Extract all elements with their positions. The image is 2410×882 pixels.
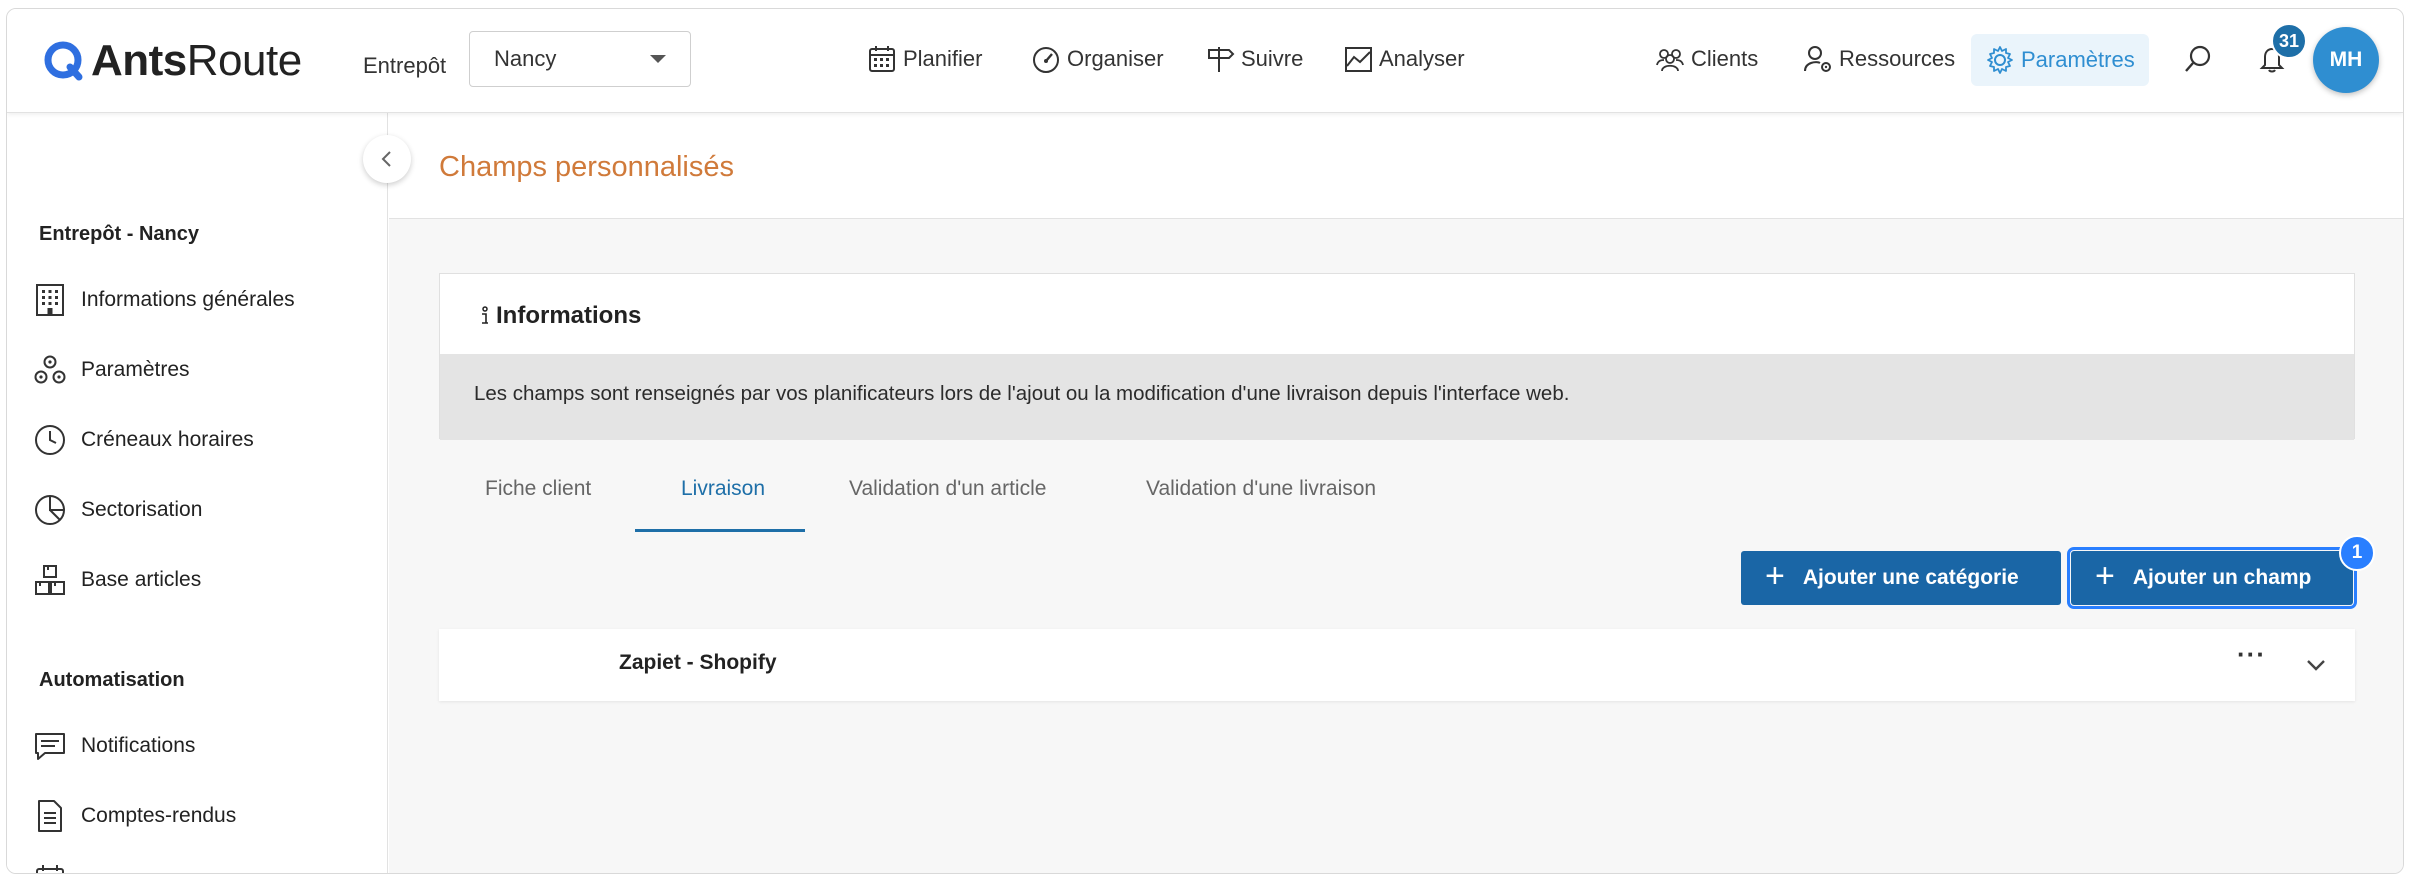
page-header: Champs personnalisés — [389, 113, 2403, 219]
search-button[interactable] — [2183, 39, 2213, 79]
boxes-icon — [35, 565, 65, 595]
info-icon — [482, 306, 488, 324]
add-category-label: Ajouter une catégorie — [1802, 566, 2019, 589]
info-card: Informations Les champs sont renseignés … — [439, 273, 2355, 440]
notification-count-badge: 31 — [2271, 23, 2307, 59]
sidebar-item-partial[interactable] — [33, 863, 67, 873]
logo-icon — [43, 41, 83, 81]
add-field-label: Ajouter un champ — [2132, 566, 2312, 589]
warehouse-value: Nancy — [494, 46, 557, 71]
nav-ressources-label: Ressources — [1839, 46, 1956, 71]
nav-analyser[interactable]: Analyser — [1343, 39, 1465, 79]
step-badge: 1 — [2339, 535, 2375, 571]
nav-planifier[interactable]: Planifier — [867, 39, 982, 79]
sidebar-item-base-articles[interactable]: Base articles — [33, 563, 201, 597]
nav-suivre-label: Suivre — [1241, 46, 1304, 71]
nav-organiser-label: Organiser — [1067, 46, 1164, 71]
gear-icon — [1987, 46, 2013, 74]
info-body: Les champs sont renseignés par vos plani… — [440, 354, 2354, 440]
more-options-icon[interactable]: ··· — [2237, 639, 2266, 670]
sidebar-item-label: Base articles — [81, 568, 202, 591]
search-icon — [2185, 45, 2211, 72]
sidebar-item-label: Notifications — [81, 734, 196, 757]
sidebar-section-automatisation: Automatisation — [39, 669, 185, 691]
nav-planifier-label: Planifier — [903, 46, 983, 71]
add-field-button[interactable]: + Ajouter un champ — [2067, 547, 2357, 609]
speedometer-icon — [1033, 47, 1059, 73]
category-name: Zapiet - Shopify — [619, 651, 777, 674]
sidebar: Entrepôt - Nancy Informations générales … — [7, 113, 388, 873]
antsroute-logo[interactable]: AntsRoute — [43, 33, 302, 89]
nav-analyser-label: Analyser — [1379, 46, 1465, 71]
nav-clients-label: Clients — [1691, 46, 1759, 71]
page-title: Champs personnalisés — [439, 151, 734, 183]
sidebar-item-label: Comptes-rendus — [81, 804, 237, 827]
building-icon — [36, 284, 64, 316]
tab-validation-livraison[interactable]: Validation d'une livraison — [1146, 477, 1376, 501]
plus-icon: + — [2095, 557, 2115, 595]
warehouse-select[interactable]: Nancy — [469, 31, 691, 87]
sidebar-item-label: Informations générales — [81, 288, 295, 311]
chart-icon — [1345, 47, 1372, 72]
sidebar-item-comptes-rendus[interactable]: Comptes-rendus — [33, 799, 236, 833]
nav-organiser[interactable]: Organiser — [1031, 39, 1164, 79]
sidebar-item-label: Créneaux horaires — [81, 428, 254, 451]
info-title: Informations — [478, 302, 641, 330]
avatar[interactable]: MH — [2313, 27, 2379, 93]
sidebar-item-creneaux[interactable]: Créneaux horaires — [33, 423, 254, 457]
clock-icon — [35, 425, 65, 455]
nav-ressources[interactable]: Ressources — [1803, 39, 1955, 79]
sidebar-item-sectorisation[interactable]: Sectorisation — [33, 493, 202, 527]
user-gear-icon — [1804, 46, 1831, 72]
info-title-text: Informations — [496, 302, 642, 329]
nav-parametres[interactable]: Paramètres — [1971, 34, 2149, 86]
chevron-left-icon — [381, 151, 391, 167]
logo-text: AntsRoute — [91, 36, 302, 85]
category-row[interactable]: Zapiet - Shopify ··· — [439, 629, 2355, 701]
nav-suivre[interactable]: Suivre — [1205, 39, 1303, 79]
nav-parametres-label: Paramètres — [2021, 47, 2135, 72]
plus-icon: + — [1765, 557, 1785, 595]
sidebar-item-parametres[interactable]: Paramètres — [33, 353, 190, 387]
main-content: Champs personnalisés Informations Les ch… — [389, 113, 2403, 873]
calendar-icon — [36, 865, 64, 873]
add-category-button[interactable]: + Ajouter une catégorie — [1741, 551, 2061, 605]
chevron-down-icon[interactable] — [2305, 657, 2327, 673]
signpost-icon — [1208, 47, 1235, 72]
sidebar-item-label: Paramètres — [81, 358, 190, 381]
nav-clients[interactable]: Clients — [1655, 39, 1758, 79]
sidebar-section-entrepot: Entrepôt - Nancy — [39, 223, 200, 245]
calendar-icon — [869, 46, 895, 72]
sidebar-item-label: Sectorisation — [81, 498, 203, 521]
sidebar-item-notifications[interactable]: Notifications — [33, 729, 195, 763]
warehouse-label: Entrepôt — [363, 53, 447, 78]
users-icon — [1656, 49, 1684, 72]
pie-icon — [35, 495, 65, 525]
tab-fiche-client[interactable]: Fiche client — [485, 477, 591, 501]
sidebar-item-informations[interactable]: Informations générales — [33, 283, 295, 317]
caret-down-icon — [650, 55, 666, 63]
top-navbar: AntsRoute Entrepôt Nancy Planifier Organ… — [7, 9, 2403, 113]
document-icon — [38, 800, 62, 832]
tab-validation-article[interactable]: Validation d'un article — [849, 477, 1046, 501]
app-window: AntsRoute Entrepôt Nancy Planifier Organ… — [6, 8, 2404, 874]
message-icon — [35, 733, 65, 760]
active-tab-indicator — [635, 529, 805, 532]
tab-livraison[interactable]: Livraison — [681, 477, 765, 501]
collapse-sidebar-button[interactable] — [363, 135, 411, 183]
cogs-icon — [34, 355, 66, 384]
